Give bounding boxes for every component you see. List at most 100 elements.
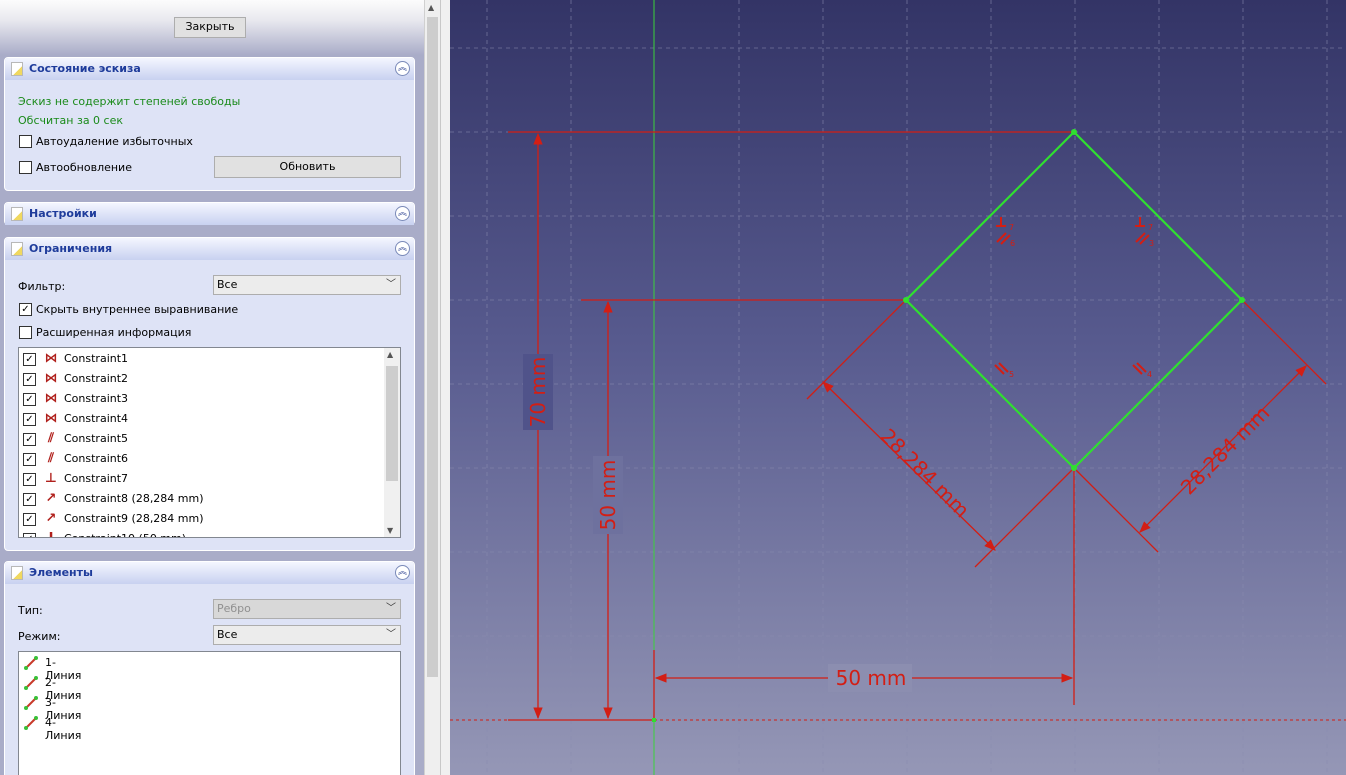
constraint-label-6: 6 xyxy=(1010,239,1015,248)
auto-remove-checkbox[interactable] xyxy=(19,135,32,148)
origin-point xyxy=(652,718,656,722)
panel-icon xyxy=(11,566,23,580)
constraint-row[interactable]: ✓ ⋈ Constraint2 xyxy=(19,369,400,389)
element-list[interactable]: 1-Линия 2-Линия 3-Линия 4-Линия xyxy=(18,651,401,775)
constraint-label: Constraint2 xyxy=(64,372,129,385)
scroll-down-icon[interactable]: ▼ xyxy=(387,526,393,535)
parallel-icon: ⫽ xyxy=(48,451,54,466)
filter-select[interactable]: Все ﹀ xyxy=(213,275,401,295)
constraint-row[interactable]: ✓ ⋈ Constraint3 xyxy=(19,389,400,409)
auto-remove-label: Автоудаление избыточных xyxy=(36,135,193,148)
parallel-icon: ⫽ xyxy=(48,431,54,446)
sketch-state-title: Состояние эскиза xyxy=(29,62,141,75)
grid xyxy=(450,0,1346,775)
constraint-checkbox[interactable]: ✓ xyxy=(23,433,36,446)
sketch-view[interactable]: 7 6 7 3 5 4 70 mm 50 mm 50 mm 28,284 mm … xyxy=(450,0,1346,775)
constraint-checkbox[interactable]: ✓ xyxy=(23,473,36,486)
constraints-panel: Ограничения ︽ Фильтр: Все ﹀ ✓ Скрыть вну… xyxy=(4,237,415,551)
constraint-checkbox[interactable]: ✓ xyxy=(23,513,36,526)
mode-label: Режим: xyxy=(18,630,61,643)
collapse-icon[interactable]: ︽ xyxy=(395,61,410,76)
filter-label: Фильтр: xyxy=(18,280,66,293)
mode-select[interactable]: Все ﹀ xyxy=(213,625,401,645)
distance-icon: ↗ xyxy=(45,491,57,506)
dim-28-left-text[interactable]: 28,284 mm xyxy=(876,424,975,523)
sketch-state-panel: Состояние эскиза ︽ Эскиз не содержит сте… xyxy=(4,57,415,191)
dim-70-text[interactable]: 70 mm xyxy=(526,357,550,428)
constraint-list[interactable]: ✓ I Constraint10 (50 mm) ✓ ↗ Constraint9 (28,… xyxy=(18,347,401,538)
collapse-icon[interactable]: ︽ xyxy=(395,206,410,221)
constraint-row[interactable]: ✓ ↗ Constraint9 (28,284 mm) xyxy=(19,509,400,529)
sketch-state-header[interactable]: Состояние эскиза ︽ xyxy=(5,58,414,80)
constraint-checkbox[interactable]: ✓ xyxy=(23,373,36,386)
constraint-row[interactable]: ✓ ⋈ Constraint4 xyxy=(19,409,400,429)
settings-panel: Настройки ︽ xyxy=(4,202,415,225)
type-label: Тип: xyxy=(18,604,43,617)
dim-28-right-text[interactable]: 28,284 mm xyxy=(1176,401,1275,500)
extended-info-checkbox[interactable] xyxy=(19,326,32,339)
elements-header[interactable]: Элементы ︽ xyxy=(5,562,414,584)
sketch-canvas[interactable]: 7 6 7 3 5 4 70 mm 50 mm 50 mm 28,284 mm … xyxy=(450,0,1346,775)
close-button[interactable]: Закрыть xyxy=(174,17,246,38)
constraint-list-scrollbar[interactable]: ▲ ▼ xyxy=(384,348,400,537)
constraint-checkbox[interactable]: ✓ xyxy=(23,533,36,537)
line-icon xyxy=(24,676,38,690)
panel-splitter[interactable] xyxy=(440,0,450,775)
constraint-row[interactable]: ✓ ⋈ Constraint1 xyxy=(19,349,400,369)
update-button[interactable]: Обновить xyxy=(214,156,401,178)
constraint-row[interactable]: ✓ ⫽ Constraint5 xyxy=(19,429,400,449)
line-icon xyxy=(24,696,38,710)
constraint-label: Constraint10 (50 mm) xyxy=(64,532,186,537)
constraint-symbols xyxy=(994,217,1150,375)
panel-icon xyxy=(11,207,23,221)
elements-panel: Элементы ︽ Тип: Ребро ﹀ Режим: Все ﹀ 1-Л… xyxy=(4,561,415,775)
line-icon xyxy=(24,716,38,730)
settings-header[interactable]: Настройки ︽ xyxy=(5,203,414,225)
constraint-checkbox[interactable]: ✓ xyxy=(23,493,36,506)
constraint-checkbox[interactable]: ✓ xyxy=(23,413,36,426)
panel-icon xyxy=(11,242,23,256)
constraint-label-3: 3 xyxy=(1149,239,1154,248)
dimension-lines xyxy=(508,131,1327,721)
constraints-title: Ограничения xyxy=(29,242,113,255)
hide-internal-checkbox[interactable]: ✓ xyxy=(19,303,32,316)
constraint-row[interactable]: ✓ ⊥ Constraint7 xyxy=(19,469,400,489)
element-label: 4-Линия xyxy=(45,716,82,742)
constraint-label: Constraint3 xyxy=(64,392,129,405)
constraint-label-5: 5 xyxy=(1009,370,1014,379)
constraint-label: Constraint7 xyxy=(64,472,129,485)
scroll-up-icon[interactable]: ▲ xyxy=(428,3,434,12)
type-select[interactable]: Ребро ﹀ xyxy=(213,599,401,619)
vertical-distance-icon: I xyxy=(43,532,59,538)
constraint-checkbox[interactable]: ✓ xyxy=(23,453,36,466)
perpendicular-icon: ⊥ xyxy=(45,471,57,486)
dim-50-vertical-text[interactable]: 50 mm xyxy=(596,460,620,531)
chevron-down-icon: ﹀ xyxy=(386,279,396,290)
constraint-label: Constraint8 (28,284 mm) xyxy=(64,492,204,505)
constraint-row[interactable]: ✓ ⫽ Constraint6 xyxy=(19,449,400,469)
constraints-header[interactable]: Ограничения ︽ xyxy=(5,238,414,260)
collapse-icon[interactable]: ︽ xyxy=(395,241,410,256)
constraint-row[interactable]: ✓ I Constraint10 (50 mm) xyxy=(19,529,400,538)
constraint-checkbox[interactable]: ✓ xyxy=(23,353,36,366)
scrollbar-thumb[interactable] xyxy=(427,17,438,677)
solved-message: Обсчитан за 0 сек xyxy=(18,114,124,127)
coincident-icon: ⋈ xyxy=(44,351,58,366)
constraint-checkbox[interactable]: ✓ xyxy=(23,393,36,406)
distance-icon: ↗ xyxy=(45,511,57,526)
extended-info-label: Расширенная информация xyxy=(36,326,192,339)
constraint-row[interactable]: ✓ ↗ Constraint8 (28,284 mm) xyxy=(19,489,400,509)
elements-title: Элементы xyxy=(29,566,93,579)
settings-title: Настройки xyxy=(29,207,97,220)
task-panel-scrollbar[interactable]: ▲ xyxy=(424,0,440,775)
constraint-label-7a: 7 xyxy=(1009,223,1014,232)
scroll-up-icon[interactable]: ▲ xyxy=(387,350,393,359)
auto-update-checkbox[interactable] xyxy=(19,161,32,174)
collapse-icon[interactable]: ︽ xyxy=(395,565,410,580)
coincident-icon: ⋈ xyxy=(44,391,58,406)
constraint-label: Constraint6 xyxy=(64,452,129,465)
constraint-label: Constraint9 (28,284 mm) xyxy=(64,512,204,525)
scrollbar-thumb[interactable] xyxy=(386,366,398,481)
mode-value: Все xyxy=(217,628,238,641)
dim-50-horizontal-text[interactable]: 50 mm xyxy=(836,666,907,690)
